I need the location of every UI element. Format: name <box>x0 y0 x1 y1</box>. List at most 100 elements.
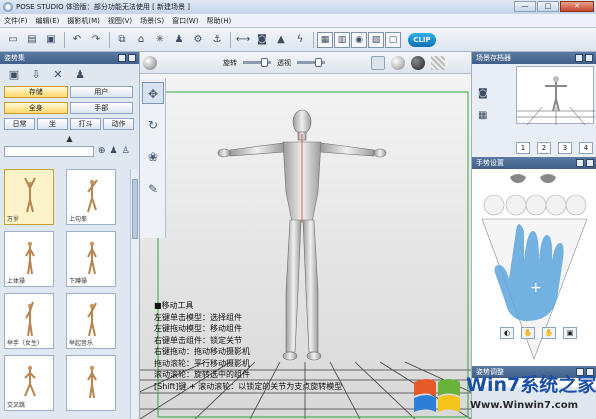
camera-slot-4[interactable]: 4 <box>579 142 593 154</box>
hand-pose-editor[interactable]: + <box>472 169 596 387</box>
tab-user[interactable]: 用户 <box>69 86 133 98</box>
pose-figure-icon <box>25 241 35 275</box>
rotate-slider[interactable] <box>243 58 271 67</box>
panel-close-icon[interactable] <box>586 159 594 167</box>
zoom-icon[interactable]: ⊕ <box>98 146 106 156</box>
grid-toggle-icon[interactable] <box>431 55 445 70</box>
panel-pin-icon[interactable] <box>575 54 583 62</box>
help-line: 右键单击组件：锁定关节 <box>154 335 242 345</box>
toolbar-divider <box>313 31 314 48</box>
camera-icon[interactable]: ◙ <box>478 88 488 99</box>
sphere-render-icon[interactable] <box>143 55 157 70</box>
menu-window[interactable]: 窗口(W) <box>168 16 202 26</box>
panel-close-icon[interactable] <box>128 54 136 62</box>
pose-thumbnail[interactable]: 举起音乐 <box>66 293 116 349</box>
figure-size-small-icon[interactable]: ♙ <box>122 146 130 156</box>
filter-action[interactable]: 动作 <box>103 118 134 130</box>
filter-fight[interactable]: 打斗 <box>70 118 101 130</box>
open-icon[interactable]: ▤ <box>23 31 41 49</box>
dark-sphere-icon[interactable] <box>411 55 425 70</box>
menu-help[interactable]: 帮助(H) <box>202 16 235 26</box>
pose-icon[interactable]: ⌂ <box>132 31 150 49</box>
pose-search-input[interactable] <box>4 145 94 157</box>
add-folder-icon[interactable]: ▣ <box>6 67 22 83</box>
tab-stored[interactable]: 存储 <box>4 86 68 98</box>
menu-file[interactable]: 文件(F) <box>0 16 32 26</box>
filter-sit[interactable]: 坐 <box>37 118 68 130</box>
pose-thumbnail[interactable] <box>66 355 116 411</box>
slider-knob[interactable] <box>261 58 268 67</box>
export-icon[interactable]: ▧ <box>368 31 384 48</box>
minimize-button[interactable]: — <box>514 1 536 12</box>
model-icon[interactable]: ♟ <box>170 31 188 49</box>
hand-left-icon[interactable]: ✋ <box>521 327 535 339</box>
hand-preset-icon[interactable] <box>510 174 556 183</box>
landscape-icon[interactable]: ▲ <box>272 31 290 49</box>
panel-pin-icon[interactable] <box>118 54 126 62</box>
opacity-slider[interactable] <box>297 58 325 67</box>
menu-view[interactable]: 视图(V) <box>104 16 136 26</box>
panel-pin-icon[interactable] <box>576 159 584 167</box>
tab-hand[interactable]: 手部 <box>69 102 133 114</box>
tab-full-body[interactable]: 全身 <box>4 102 68 114</box>
hand-lock-icon[interactable]: ▣ <box>563 327 577 339</box>
camera-slot-1[interactable]: 1 <box>516 142 530 154</box>
menu-camera[interactable]: 摄影机(M) <box>63 16 104 26</box>
panel-icon[interactable]: ▦ <box>317 31 333 48</box>
screenshot-icon[interactable]: ◉ <box>351 31 367 48</box>
lightning-icon[interactable]: ϟ <box>291 31 309 49</box>
hand-right-icon[interactable]: ✋ <box>542 327 556 339</box>
window-icon[interactable]: ▢ <box>385 31 401 48</box>
scrollbar-thumb[interactable] <box>132 179 138 239</box>
hand-center-marker[interactable]: + <box>530 280 542 296</box>
maximize-button[interactable]: □ <box>537 1 559 12</box>
joint-icon[interactable]: ✳ <box>151 31 169 49</box>
joint-tool-icon[interactable]: ❀ <box>142 146 164 168</box>
viewport-tool-palette: ✥ ↻ ❀ ✎ <box>140 78 166 238</box>
camera-slot-3[interactable]: 3 <box>558 142 572 154</box>
3d-viewport[interactable]: 旋转 透视 ✥ ↻ ❀ ✎ ■移动工具 左键单击模型：选择组件 左键拖动模型：移… <box>140 52 471 419</box>
new-icon[interactable]: ▭ <box>4 31 22 49</box>
rotate-tool-icon[interactable]: ↻ <box>142 114 164 136</box>
camera-preview[interactable] <box>516 66 595 126</box>
hand-reset-icon[interactable]: ◐ <box>500 327 514 339</box>
pose-thumbnail[interactable]: 下蹲操 <box>66 231 116 287</box>
pose-thumbnail[interactable]: 上勾拳 <box>66 169 116 225</box>
camera-icon[interactable]: ◙ <box>253 31 271 49</box>
menu-edit[interactable]: 编辑(E) <box>32 16 64 26</box>
undo-icon[interactable]: ↶ <box>68 31 86 49</box>
slider-knob[interactable] <box>315 58 322 67</box>
gear-icon[interactable]: ⚙ <box>189 31 207 49</box>
ruler-icon[interactable]: ⟷ <box>234 31 252 49</box>
shaded-sphere-icon[interactable] <box>391 55 405 70</box>
filter-daily[interactable]: 日常 <box>4 118 35 130</box>
save-icon[interactable]: ▣ <box>42 31 60 49</box>
redo-icon[interactable]: ↷ <box>87 31 105 49</box>
pose-thumbnail[interactable]: 举手（女生） <box>4 293 54 349</box>
pose-figure-icon[interactable]: ♟ <box>72 67 88 83</box>
camera-slot-2[interactable]: 2 <box>537 142 551 154</box>
pose-thumbnail-label: 交叉跳 <box>7 402 26 409</box>
menu-scene[interactable]: 场景(S) <box>136 16 168 26</box>
move-tool-icon[interactable]: ✥ <box>142 82 164 104</box>
pose-thumbnail[interactable]: 万岁 <box>4 169 54 225</box>
layout-icon[interactable]: ▥ <box>334 31 350 48</box>
figure-size-icon[interactable]: ♟ <box>110 146 118 156</box>
pose-thumbnail[interactable]: 交叉跳 <box>4 355 54 411</box>
pen-tool-icon[interactable]: ✎ <box>142 178 164 200</box>
finger-selectors[interactable] <box>483 194 587 216</box>
close-button[interactable]: ✕ <box>560 1 594 12</box>
pose-list-scrollbar[interactable] <box>130 169 138 419</box>
import-pose-icon[interactable]: ⇩ <box>28 67 44 83</box>
pose-thumbnail[interactable]: 上体操 <box>4 231 54 287</box>
hand-pose-canvas[interactable]: + <box>472 169 596 387</box>
panel-close-icon[interactable] <box>585 54 593 62</box>
delete-pose-icon[interactable]: ✕ <box>50 67 66 83</box>
link-icon[interactable]: ⚓ <box>208 31 226 49</box>
pose-thumbnail-label: 举手（女生） <box>7 340 44 347</box>
wireframe-icon[interactable] <box>371 55 385 70</box>
category-expander[interactable]: ▲ <box>0 134 139 144</box>
copy-icon[interactable]: ⧉ <box>113 31 131 49</box>
trash-icon[interactable]: ▦ <box>478 110 487 121</box>
help-line: 拖动滚轮：平行移动摄影机 <box>154 358 250 368</box>
